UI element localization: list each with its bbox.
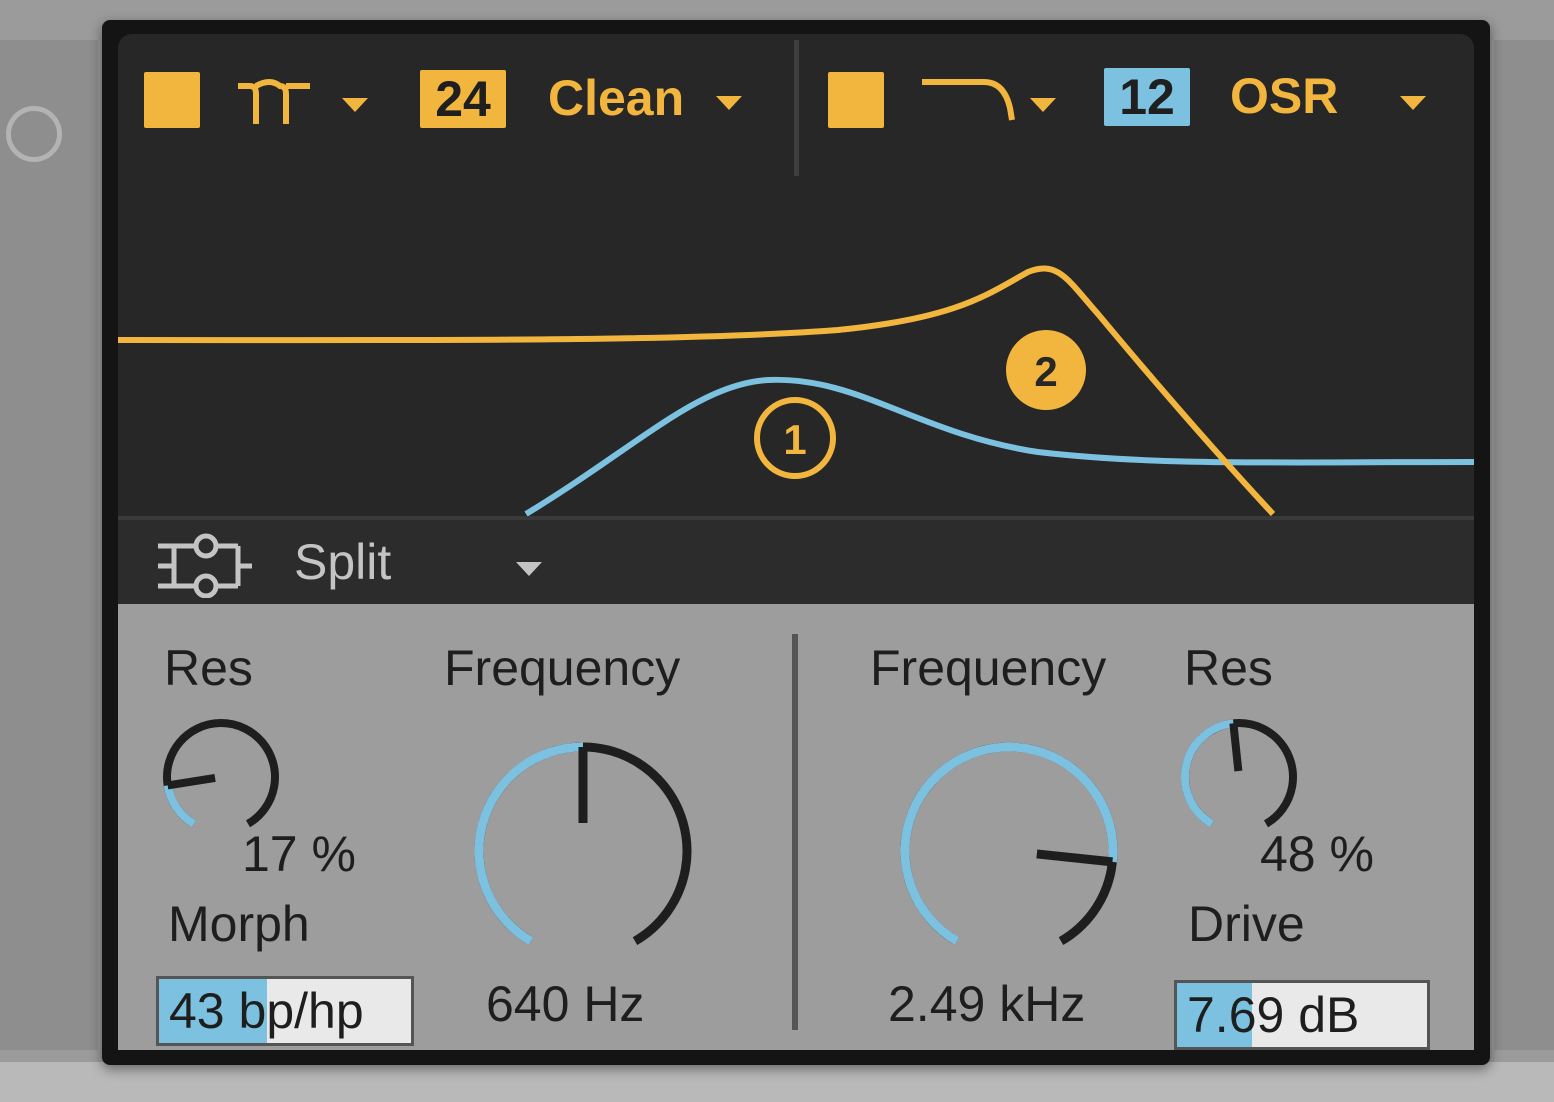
filter1-frequency-label: Frequency xyxy=(444,640,681,696)
filter2-type-selector[interactable] xyxy=(918,68,1068,137)
filter2-frequency-label: Frequency xyxy=(870,640,1107,696)
filter2-marker-label: 2 xyxy=(1034,348,1057,395)
filter2-toggle[interactable] xyxy=(828,72,884,128)
filter2-circuit-dropdown-icon[interactable] xyxy=(1400,96,1426,110)
filter2-drive-value: 7.69 dB xyxy=(1187,987,1360,1043)
filter2-circuit-label[interactable]: OSR xyxy=(1230,68,1338,124)
filter1-morph-label: Morph xyxy=(168,896,310,952)
controls-divider xyxy=(792,634,798,1030)
split-routing-icon xyxy=(158,533,252,598)
filter2-slope-box[interactable]: 12 xyxy=(1104,68,1190,126)
filter2-frequency-value[interactable]: 2.49 kHz xyxy=(888,976,1085,1032)
filter2-drive-field[interactable]: 7.69 dB xyxy=(1174,980,1430,1050)
filter1-marker[interactable]: 1 xyxy=(754,397,836,479)
routing-label[interactable]: Split xyxy=(294,532,391,592)
filter2-res-label: Res xyxy=(1184,640,1273,696)
filter2-marker[interactable]: 2 xyxy=(1006,330,1086,410)
filter1-frequency-knob[interactable] xyxy=(464,732,702,970)
filter1-marker-label: 1 xyxy=(783,416,806,463)
frequency-response-graph[interactable]: 1 2 xyxy=(118,184,1474,516)
filter1-response-curve xyxy=(524,376,1474,516)
filter2-res-knob[interactable] xyxy=(1174,712,1304,842)
filter2-res-value[interactable]: 48 % xyxy=(1260,826,1374,882)
filter1-slope-box[interactable]: 24 xyxy=(420,70,506,128)
device-activator-ring-icon[interactable] xyxy=(6,106,62,162)
filter-panel: 24 Clean 12 OSR 1 2 Split Res 17 % Morph… xyxy=(118,34,1474,1050)
filter2-drive-label: Drive xyxy=(1188,896,1305,952)
filter2-response-curve xyxy=(118,265,1276,516)
filter1-res-label: Res xyxy=(164,640,253,696)
filter1-morph-unit: bp/hp xyxy=(238,983,364,1039)
filter1-toggle[interactable] xyxy=(144,72,200,128)
left-neighbor-device xyxy=(0,40,98,1050)
filter1-morph-value: 43 xyxy=(169,983,225,1039)
lowpass-filter-icon xyxy=(922,79,1056,121)
filter1-res-knob[interactable] xyxy=(156,712,286,842)
bottom-strip xyxy=(0,1062,1554,1102)
filter2-frequency-knob[interactable] xyxy=(890,732,1128,970)
header-divider xyxy=(794,40,799,176)
right-neighbor-device xyxy=(1494,40,1554,1050)
filter1-type-selector[interactable] xyxy=(236,68,376,137)
filter1-circuit-dropdown-icon[interactable] xyxy=(716,96,742,110)
filter1-res-value[interactable]: 17 % xyxy=(242,826,356,882)
filter1-circuit-label[interactable]: Clean xyxy=(548,70,684,126)
controls-section: Res 17 % Morph 43 bp/hp Frequency 640 Hz… xyxy=(118,604,1474,1050)
routing-bar: Split xyxy=(118,516,1474,604)
bandpass-filter-icon xyxy=(238,79,368,124)
routing-dropdown-icon[interactable] xyxy=(516,562,542,576)
filter1-morph-field[interactable]: 43 bp/hp xyxy=(156,976,414,1046)
filter1-frequency-value[interactable]: 640 Hz xyxy=(486,976,644,1032)
